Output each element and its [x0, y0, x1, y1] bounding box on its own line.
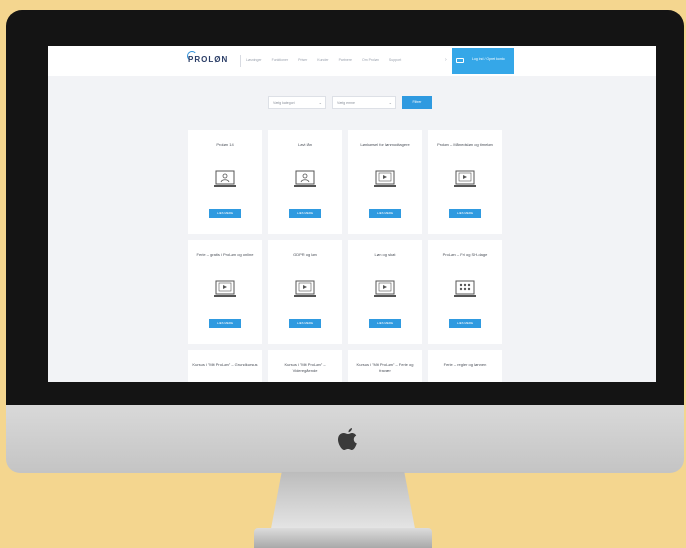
site-logo[interactable]: PROLØN	[188, 55, 228, 64]
course-title: GDPR og løn	[293, 252, 317, 257]
course-card[interactable]: Ferie – gratis i ProLøn og online LÆS ME…	[188, 240, 262, 344]
course-title: Lavt lån	[297, 142, 312, 147]
monitor-video-icon	[214, 280, 236, 297]
apple-logo-icon	[338, 428, 357, 450]
course-title: Kursus i ”Mit ProLøn” – Videregående	[284, 362, 326, 373]
category-select-value: Vælg kategori	[273, 101, 295, 105]
read-more-button[interactable]: LÆS MERE	[369, 319, 401, 328]
monitor-stand-foot	[254, 528, 432, 548]
course-title: Proløn 14	[216, 142, 234, 147]
nav-item[interactable]: Løsninger	[246, 58, 262, 62]
monitor-audience-icon	[454, 280, 476, 297]
monitor-video-icon	[294, 280, 316, 297]
course-card[interactable]: ProLøn – Fri og SH-dage LÆS MERE	[428, 240, 502, 344]
course-card[interactable]: Ferie – regler og lønnen	[428, 350, 502, 382]
nav-item[interactable]: Support	[389, 58, 401, 62]
course-card[interactable]: Løn og skat LÆS MERE	[348, 240, 422, 344]
course-title: Lønkørsel for lønmodtagere	[360, 142, 410, 147]
chevron-down-icon: ⌄	[318, 100, 322, 105]
chevron-down-icon: ⌄	[388, 100, 392, 105]
nav-item[interactable]: Kunder	[317, 58, 328, 62]
category-select[interactable]: Vælg kategori ⌄	[268, 96, 326, 109]
course-card[interactable]: Kursus i ”Mit ProLøn” – Videregående	[268, 350, 342, 382]
nav-item[interactable]: Priser	[298, 58, 307, 62]
monitor-person-icon	[214, 170, 236, 187]
monitor-video-icon	[374, 280, 396, 297]
read-more-button[interactable]: LÆS MERE	[449, 209, 481, 218]
filter-bar: Vælg kategori ⌄ Vælg emne ⌄ Filtrer	[268, 96, 432, 109]
topic-select[interactable]: Vælg emne ⌄	[332, 96, 396, 109]
course-title: ProLøn – Fri og SH-dage	[442, 252, 488, 257]
course-title: Ferie – gratis i ProLøn og online	[196, 252, 254, 257]
monitor-stand-neck	[270, 472, 416, 534]
course-card[interactable]: Lønkørsel for lønmodtagere LÆS MERE	[348, 130, 422, 234]
topic-select-value: Vælg emne	[337, 101, 355, 105]
course-title: Ferie – regler og lønnen	[443, 362, 487, 367]
site-header: PROLØN Løsninger Funktioner Priser Kunde…	[48, 46, 656, 76]
monitor-icon	[456, 58, 464, 63]
read-more-button[interactable]: LÆS MERE	[369, 209, 401, 218]
monitor-person-icon	[294, 170, 316, 187]
main-nav: Løsninger Funktioner Priser Kunder Partn…	[246, 58, 401, 62]
course-title: Løn og skat	[374, 252, 396, 257]
chevron-down-icon[interactable]: ›	[445, 57, 447, 63]
course-card[interactable]: Proløn 14 LÆS MERE	[188, 130, 262, 234]
read-more-button[interactable]: LÆS MERE	[209, 319, 241, 328]
nav-item[interactable]: Funktioner	[272, 58, 289, 62]
course-grid: Proløn 14 LÆS MERE Lavt lån LÆS MERE Løn…	[188, 130, 502, 382]
nav-item[interactable]: Partnere	[339, 58, 352, 62]
course-card[interactable]: Proløn – Månedsløn og timeløn LÆS MERE	[428, 130, 502, 234]
course-card[interactable]: GDPR og løn LÆS MERE	[268, 240, 342, 344]
course-title: Kursus i ”Mit ProLøn” – Ferie og fravær	[356, 362, 414, 373]
course-card[interactable]: Kursus i ”Mit ProLøn” – Grundkursus	[188, 350, 262, 382]
read-more-button[interactable]: LÆS MERE	[449, 319, 481, 328]
monitor-video-icon	[454, 170, 476, 187]
course-title: Proløn – Månedsløn og timeløn	[437, 142, 493, 147]
read-more-button[interactable]: LÆS MERE	[289, 319, 321, 328]
nav-item[interactable]: Om Proløn	[362, 58, 379, 62]
read-more-button[interactable]: LÆS MERE	[289, 209, 321, 218]
monitor-video-icon	[374, 170, 396, 187]
course-title: Kursus i ”Mit ProLøn” – Grundkursus	[192, 362, 258, 367]
header-divider	[240, 55, 241, 67]
screen: PROLØN Løsninger Funktioner Priser Kunde…	[48, 46, 656, 382]
course-card[interactable]: Kursus i ”Mit ProLøn” – Ferie og fravær	[348, 350, 422, 382]
filter-button[interactable]: Filtrer	[402, 96, 432, 109]
course-card[interactable]: Lavt lån LÆS MERE	[268, 130, 342, 234]
read-more-button[interactable]: LÆS MERE	[209, 209, 241, 218]
